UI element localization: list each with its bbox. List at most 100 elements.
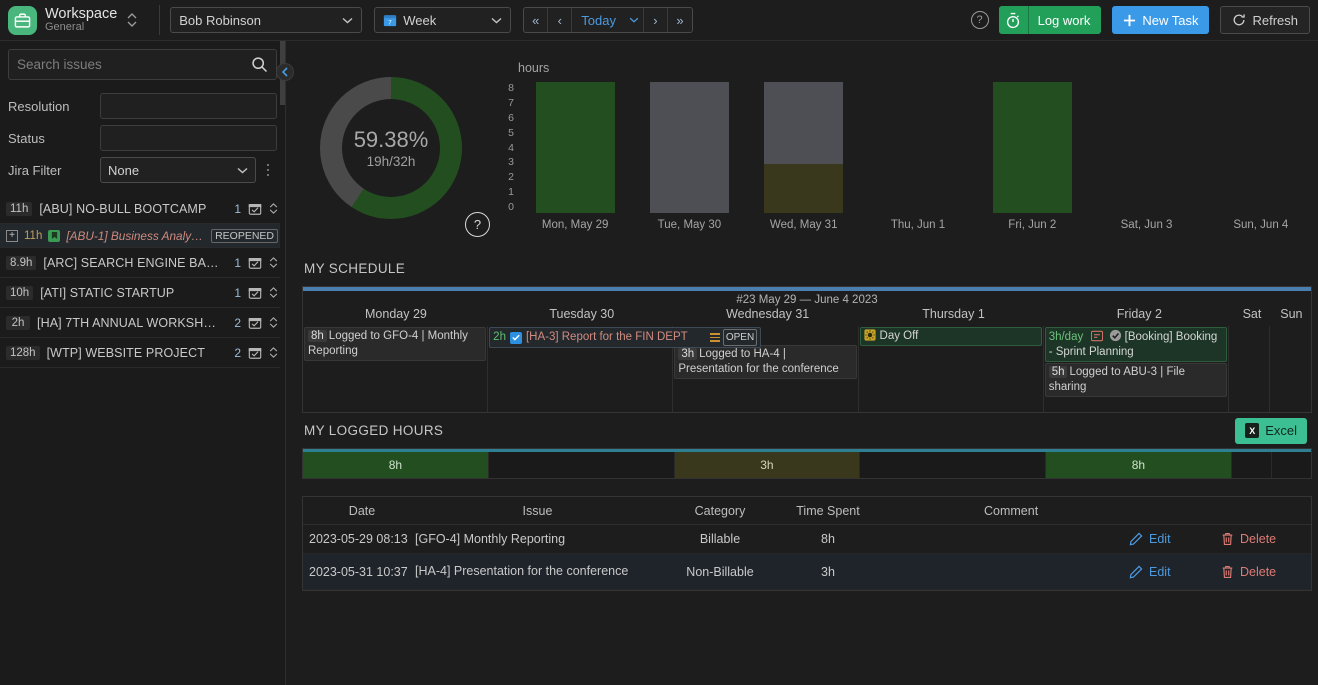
issue-row-abu-1[interactable]: + 11h [ABU-1] Business Analyt… REOPENED bbox=[0, 224, 285, 248]
schedule-event[interactable]: 5hLogged to ABU-3 | File sharing bbox=[1045, 363, 1227, 397]
project-row-arc[interactable]: 8.9h [ARC] SEARCH ENGINE BANDI… 1 bbox=[0, 248, 285, 278]
calendar-check-icon[interactable] bbox=[248, 286, 262, 300]
logged-hours-segment[interactable] bbox=[860, 452, 1046, 478]
period-select[interactable]: 7 Week bbox=[374, 7, 511, 33]
calendar-check-icon[interactable] bbox=[248, 202, 262, 216]
schedule-event-booking[interactable]: 3h/day [Booking] Booking - Sprint Planni… bbox=[1045, 327, 1227, 362]
charts-row: 59.38% 19h/32h ? hours 8 7 6 5 bbox=[286, 41, 1318, 251]
schedule-col-tuesday[interactable]: 2h [HA-3] Report for the FIN DEPT OPEN bbox=[488, 326, 673, 412]
table-row[interactable]: 2023-05-29 08:13 [GFO-4] Monthly Reporti… bbox=[303, 525, 1311, 554]
project-hours: 10h bbox=[6, 286, 33, 300]
sort-toggle-icon[interactable] bbox=[269, 203, 278, 214]
project-row-ati[interactable]: 10h [ATI] STATIC STARTUP 1 bbox=[0, 278, 285, 308]
table-row[interactable]: 2023-05-31 10:37 [HA-4] Presentation for… bbox=[303, 554, 1311, 590]
project-row-abu[interactable]: 11h [ABU] NO-BULL BOOTCAMP 1 bbox=[0, 194, 285, 224]
bar-chart-y-axis: 8 7 6 5 4 3 2 1 0 bbox=[496, 82, 518, 213]
nav-next-button[interactable]: › bbox=[644, 8, 668, 32]
logged-hours-segment[interactable]: 3h bbox=[675, 452, 861, 478]
search-issues-box[interactable] bbox=[8, 49, 277, 80]
user-select-value: Bob Robinson bbox=[179, 13, 336, 28]
schedule-col-friday[interactable]: 3h/day [Booking] Booking - Sprint Planni… bbox=[1044, 326, 1229, 412]
search-icon[interactable] bbox=[251, 56, 268, 73]
logged-hours-segment[interactable] bbox=[1272, 452, 1311, 478]
sidebar-collapse-button[interactable] bbox=[276, 63, 294, 81]
project-hours: 2h bbox=[6, 316, 30, 330]
project-issue-count: 1 bbox=[227, 202, 241, 216]
project-row-ha[interactable]: 2h [HA] 7TH ANNUAL WORKSHOP 2 bbox=[0, 308, 285, 338]
logged-hours-segment[interactable]: 8h bbox=[1046, 452, 1232, 478]
cell-issue: [HA-4] Presentation for the conference bbox=[415, 564, 660, 579]
y-tick: 7 bbox=[508, 97, 514, 109]
log-work-button[interactable]: Log work bbox=[1029, 6, 1102, 34]
jira-filter-select[interactable]: None bbox=[100, 157, 256, 183]
jira-filter-menu-icon[interactable] bbox=[259, 164, 277, 177]
y-tick: 8 bbox=[508, 82, 514, 94]
bar bbox=[993, 82, 1072, 213]
nav-today-button[interactable]: Today bbox=[572, 8, 625, 32]
x-tick-label: Sun, Jun 4 bbox=[1204, 219, 1318, 231]
priority-bars-icon bbox=[710, 333, 720, 342]
filter-label-jira: Jira Filter bbox=[8, 163, 100, 178]
cell-date: 2023-05-29 08:13 bbox=[303, 532, 415, 546]
nav-today-dropdown[interactable] bbox=[625, 8, 644, 32]
calendar-check-icon[interactable] bbox=[248, 346, 262, 360]
sidebar-scrollbar[interactable] bbox=[280, 41, 285, 685]
resolution-field[interactable] bbox=[100, 93, 277, 119]
help-icon[interactable]: ? bbox=[971, 11, 989, 29]
logged-hours-segment[interactable] bbox=[489, 452, 675, 478]
project-row-wtp[interactable]: 128h [WTP] WEBSITE PROJECT 2 bbox=[0, 338, 285, 368]
delete-button[interactable]: Delete bbox=[1221, 532, 1311, 546]
trash-icon bbox=[1221, 532, 1234, 546]
sort-toggle-icon[interactable] bbox=[269, 347, 278, 358]
schedule-event[interactable]: 3hLogged to HA-4 | Presentation for the … bbox=[674, 345, 856, 379]
schedule-day-header: Tuesday 30 bbox=[489, 306, 675, 326]
schedule-event[interactable]: 8hLogged to GFO-4 | Monthly Reporting bbox=[304, 327, 486, 361]
workspace-switch-icon[interactable] bbox=[127, 13, 137, 27]
status-field[interactable] bbox=[100, 125, 277, 151]
project-name: [ARC] SEARCH ENGINE BANDI… bbox=[43, 256, 220, 270]
search-input[interactable] bbox=[17, 57, 251, 72]
nav-last-button[interactable]: » bbox=[668, 8, 692, 32]
donut-help-icon[interactable]: ? bbox=[465, 212, 490, 237]
stopwatch-icon[interactable] bbox=[999, 6, 1029, 34]
edit-label: Edit bbox=[1149, 532, 1171, 546]
edit-button[interactable]: Edit bbox=[1129, 565, 1221, 579]
nav-prev-button[interactable]: ‹ bbox=[548, 8, 572, 32]
bar-segment bbox=[764, 164, 843, 213]
schedule-col-saturday[interactable] bbox=[1229, 326, 1271, 412]
excel-export-button[interactable]: X Excel bbox=[1235, 418, 1307, 444]
x-tick-label: Mon, May 29 bbox=[518, 219, 632, 231]
calendar-check-icon[interactable] bbox=[248, 316, 262, 330]
svg-text:7: 7 bbox=[389, 19, 393, 26]
schedule-event-day-off[interactable]: Day Off bbox=[860, 327, 1042, 346]
donut-ring: 59.38% 19h/32h bbox=[320, 77, 462, 219]
checkbox-icon[interactable] bbox=[510, 332, 522, 344]
workspace-brand[interactable]: Workspace General bbox=[8, 6, 149, 35]
nav-first-button[interactable]: « bbox=[524, 8, 548, 32]
bar bbox=[764, 82, 843, 213]
refresh-button[interactable]: Refresh bbox=[1220, 6, 1310, 34]
delete-button[interactable]: Delete bbox=[1221, 565, 1311, 579]
schedule-col-sunday[interactable] bbox=[1270, 326, 1311, 412]
sort-toggle-icon[interactable] bbox=[269, 257, 278, 268]
sort-toggle-icon[interactable] bbox=[269, 287, 278, 298]
schedule-col-thursday[interactable]: Day Off bbox=[859, 326, 1044, 412]
sort-toggle-icon[interactable] bbox=[269, 317, 278, 328]
logged-hours-segment[interactable] bbox=[1232, 452, 1272, 478]
schedule-day-headers: Monday 29Tuesday 30Wednesday 31Thursday … bbox=[303, 306, 1311, 326]
schedule-col-monday[interactable]: 8hLogged to GFO-4 | Monthly Reporting bbox=[303, 326, 488, 412]
new-task-button[interactable]: New Task bbox=[1112, 6, 1209, 34]
schedule-day-header: Wednesday 31 bbox=[675, 306, 861, 326]
expand-icon[interactable]: + bbox=[6, 230, 18, 242]
edit-button[interactable]: Edit bbox=[1129, 532, 1221, 546]
bar bbox=[536, 82, 615, 213]
sun-icon bbox=[864, 329, 876, 341]
schedule-event[interactable]: 2h [HA-3] Report for the FIN DEPT OPEN bbox=[489, 327, 761, 348]
bar-column bbox=[632, 82, 746, 213]
calendar-check-icon[interactable] bbox=[248, 256, 262, 270]
y-tick: 3 bbox=[508, 156, 514, 168]
trash-icon bbox=[1221, 565, 1234, 579]
user-select[interactable]: Bob Robinson bbox=[170, 7, 362, 33]
bar-column bbox=[861, 82, 975, 213]
logged-hours-segment[interactable]: 8h bbox=[303, 452, 489, 478]
